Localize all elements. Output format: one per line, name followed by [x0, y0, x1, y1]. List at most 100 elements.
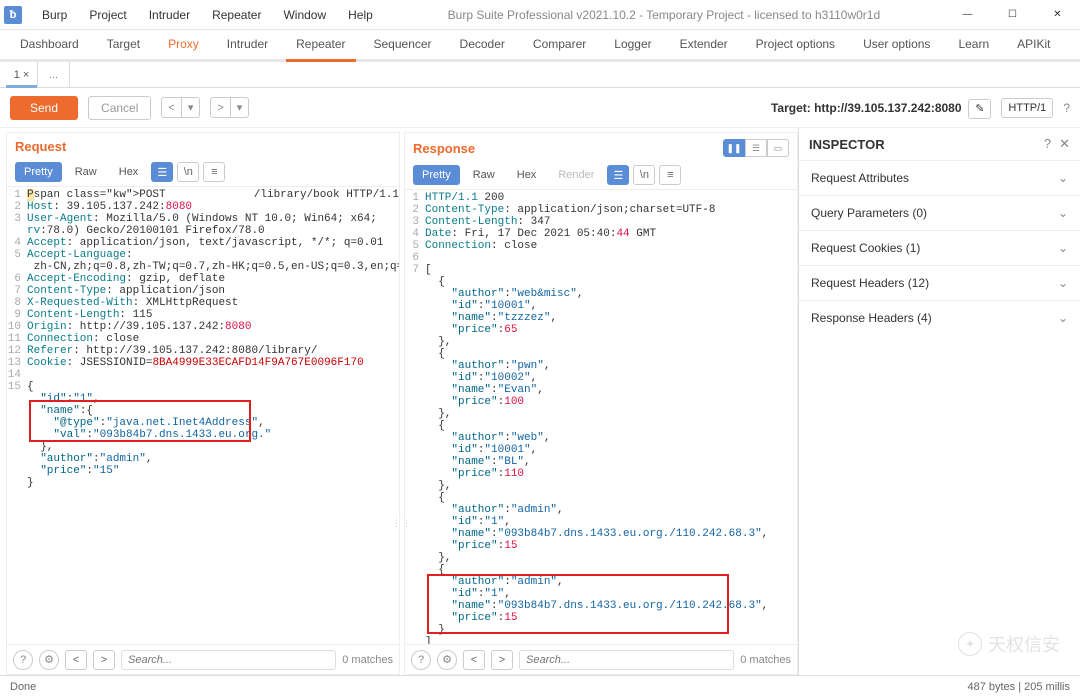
- res-newline-icon[interactable]: \n: [633, 165, 655, 185]
- res-search-settings-icon[interactable]: ⚙: [437, 650, 457, 670]
- search-next-icon[interactable]: >: [93, 650, 115, 670]
- layout-toggle: ❚❚ ☰ ▭: [723, 139, 789, 157]
- history-fwd-menu[interactable]: ▾: [231, 97, 250, 118]
- response-pane: Response ❚❚ ☰ ▭ Pretty Raw Hex Render ☰ …: [404, 132, 798, 675]
- target-label: Target:: [771, 101, 811, 115]
- newline-icon[interactable]: \n: [177, 162, 199, 182]
- view-hex[interactable]: Hex: [110, 162, 148, 182]
- inspector-row-label: Request Attributes: [811, 171, 909, 185]
- layout-columns-icon[interactable]: ❚❚: [723, 139, 745, 157]
- menubar: Burp Project Intruder Repeater Window He…: [32, 4, 383, 26]
- send-button[interactable]: Send: [10, 96, 78, 120]
- maximize-button[interactable]: ☐: [990, 0, 1035, 29]
- tab-logger[interactable]: Logger: [600, 30, 665, 59]
- menu-burp[interactable]: Burp: [32, 4, 77, 26]
- cancel-button[interactable]: Cancel: [88, 96, 151, 120]
- response-toolbar: Pretty Raw Hex Render ☰ \n ≡: [405, 161, 797, 190]
- menu-intruder[interactable]: Intruder: [139, 4, 200, 26]
- watermark-icon: ✦: [958, 632, 982, 656]
- res-wrap-icon[interactable]: ≡: [659, 165, 681, 185]
- chevron-down-icon: ⌄: [1058, 241, 1068, 255]
- minimize-button[interactable]: —: [945, 0, 990, 29]
- response-title: Response: [413, 141, 475, 156]
- status-bar: Done 487 bytes | 205 millis: [0, 675, 1080, 697]
- response-match-count: 0 matches: [740, 654, 791, 666]
- res-view-raw[interactable]: Raw: [464, 165, 504, 185]
- inspector-query-parameters[interactable]: Query Parameters (0)⌄: [799, 195, 1080, 230]
- search-help-icon[interactable]: ?: [13, 650, 33, 670]
- history-back-group: < ▾: [161, 97, 200, 118]
- panes: Request Pretty Raw Hex ☰ \n ≡ 1Pspan cla…: [0, 128, 798, 675]
- wrap-icon[interactable]: ≡: [203, 162, 225, 182]
- history-fwd-button[interactable]: >: [210, 97, 230, 118]
- chevron-down-icon: ⌄: [1058, 206, 1068, 220]
- chevron-down-icon: ⌄: [1058, 311, 1068, 325]
- res-view-hex[interactable]: Hex: [508, 165, 546, 185]
- layout-rows-icon[interactable]: ☰: [745, 139, 767, 157]
- res-search-help-icon[interactable]: ?: [411, 650, 431, 670]
- watermark: ✦ 天权信安: [958, 631, 1060, 657]
- tab-learn[interactable]: Learn: [944, 30, 1003, 59]
- layout-tabs-icon[interactable]: ▭: [767, 139, 789, 157]
- tab-sequencer[interactable]: Sequencer: [360, 30, 446, 59]
- status-left: Done: [10, 681, 36, 693]
- history-back-menu[interactable]: ▾: [182, 97, 201, 118]
- menu-help[interactable]: Help: [338, 4, 383, 26]
- subtab-1[interactable]: 1 ×: [6, 62, 38, 87]
- res-search-next-icon[interactable]: >: [491, 650, 513, 670]
- actions-icon[interactable]: ☰: [151, 162, 173, 182]
- request-toolbar: Pretty Raw Hex ☰ \n ≡: [7, 158, 399, 187]
- inspector-request-attributes[interactable]: Request Attributes ⌄: [799, 160, 1080, 195]
- res-search-prev-icon[interactable]: <: [463, 650, 485, 670]
- tab-target[interactable]: Target: [93, 30, 154, 59]
- history-back-button[interactable]: <: [161, 97, 181, 118]
- chevron-down-icon: ⌄: [1058, 171, 1068, 185]
- menu-window[interactable]: Window: [273, 4, 336, 26]
- inspector-request-cookies[interactable]: Request Cookies (1) ⌄: [799, 230, 1080, 265]
- menu-project[interactable]: Project: [79, 4, 136, 26]
- res-view-pretty[interactable]: Pretty: [413, 165, 460, 185]
- res-actions-icon[interactable]: ☰: [607, 165, 629, 185]
- response-pane-head: Response ❚❚ ☰ ▭: [405, 133, 797, 161]
- inspector-close-icon[interactable]: ✕: [1059, 136, 1070, 152]
- tab-proxy[interactable]: Proxy: [154, 30, 213, 59]
- inspector-row-label: Request Cookies (1): [811, 241, 920, 255]
- repeater-subtabs: 1 × ...: [0, 62, 1080, 88]
- request-title: Request: [15, 139, 66, 154]
- menu-repeater[interactable]: Repeater: [202, 4, 271, 26]
- response-editor[interactable]: 1HTTP/1.1 2002Content-Type: application/…: [405, 190, 797, 644]
- close-button[interactable]: ✕: [1035, 0, 1080, 29]
- tool-tabs: Dashboard Target Proxy Intruder Repeater…: [0, 30, 1080, 62]
- app-icon: ƀ: [4, 6, 22, 24]
- search-prev-icon[interactable]: <: [65, 650, 87, 670]
- http-version-pill[interactable]: HTTP/1: [1001, 98, 1053, 118]
- inspector-request-headers[interactable]: Request Headers (12)⌄: [799, 265, 1080, 300]
- tab-dashboard[interactable]: Dashboard: [6, 30, 93, 59]
- inspector-help-icon[interactable]: ?: [1044, 136, 1051, 152]
- tab-comparer[interactable]: Comparer: [519, 30, 600, 59]
- tab-project-options[interactable]: Project options: [742, 30, 849, 59]
- view-raw[interactable]: Raw: [66, 162, 106, 182]
- tab-decoder[interactable]: Decoder: [446, 30, 519, 59]
- response-footer: ? ⚙ < > 0 matches: [405, 644, 797, 674]
- response-search-input[interactable]: [519, 650, 734, 670]
- help-icon[interactable]: ?: [1063, 101, 1070, 115]
- request-footer: ? ⚙ < > 0 matches: [7, 644, 399, 674]
- inspector-response-headers[interactable]: Response Headers (4) ⌄: [799, 300, 1080, 335]
- request-editor[interactable]: 1Pspan class="kw">POST /library/book HTT…: [7, 187, 399, 644]
- tab-extender[interactable]: Extender: [666, 30, 742, 59]
- target-display[interactable]: Target: http://39.105.137.242:8080 ✎: [771, 101, 991, 115]
- tab-repeater[interactable]: Repeater: [282, 30, 359, 59]
- target-value: http://39.105.137.242:8080: [814, 101, 961, 115]
- res-view-render[interactable]: Render: [549, 165, 603, 185]
- window-controls: — ☐ ✕: [945, 0, 1080, 29]
- tab-apikit[interactable]: APIKit: [1003, 30, 1064, 59]
- search-settings-icon[interactable]: ⚙: [39, 650, 59, 670]
- tab-user-options[interactable]: User options: [849, 30, 944, 59]
- edit-target-icon[interactable]: ✎: [968, 99, 991, 119]
- view-pretty[interactable]: Pretty: [15, 162, 62, 182]
- request-search-input[interactable]: [121, 650, 336, 670]
- inspector-row-label: Response Headers (4): [811, 311, 932, 325]
- subtab-new[interactable]: ...: [38, 62, 70, 87]
- tab-intruder[interactable]: Intruder: [213, 30, 282, 59]
